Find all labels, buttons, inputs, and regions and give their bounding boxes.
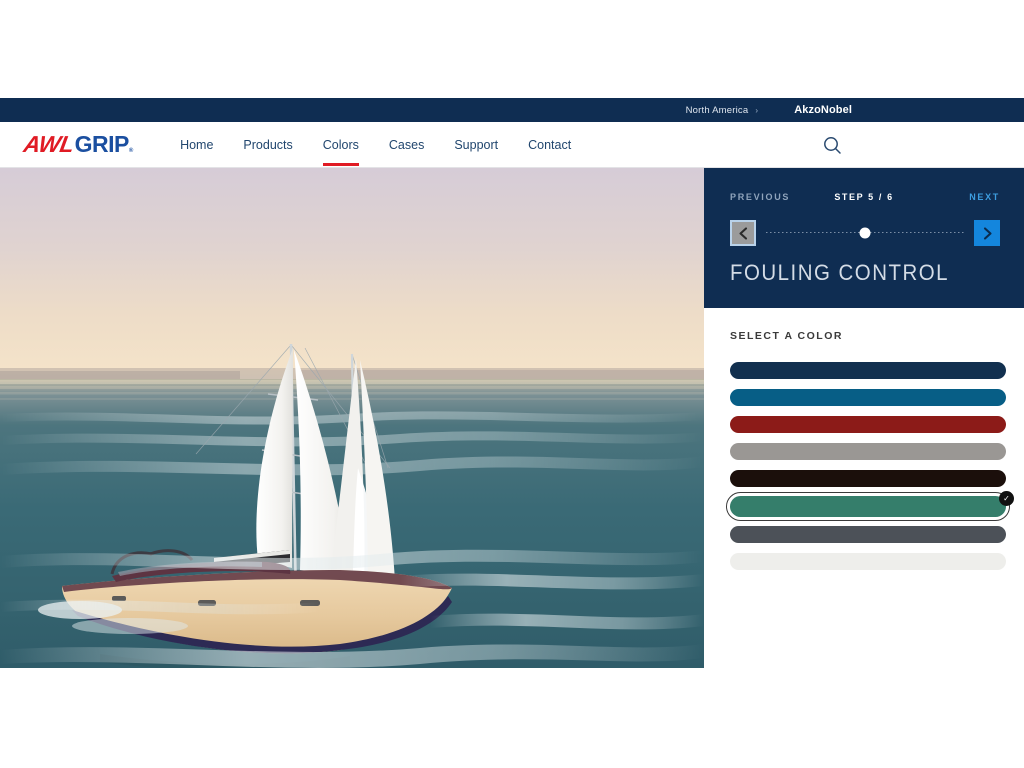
main-nav: Home Products Colors Cases Support Conta… xyxy=(165,122,586,168)
site-header: AWL GRIP ® Home Products Colors Cases Supp… xyxy=(0,122,1024,168)
boat-preview-image xyxy=(0,168,704,668)
nav-item-support[interactable]: Support xyxy=(439,122,513,168)
search-icon xyxy=(823,136,841,154)
step-navigation-panel: PREVIOUS STEP 5 / 6 NEXT FOULING CONTROL xyxy=(704,168,1024,308)
swatch-row-gray[interactable] xyxy=(730,439,1008,464)
search-button[interactable] xyxy=(812,122,852,168)
swatch-dark-red[interactable] xyxy=(730,416,1006,433)
swatch-ocean-blue[interactable] xyxy=(730,389,1006,406)
color-swatch-list: ✓ xyxy=(726,358,1014,576)
swatch-gray[interactable] xyxy=(730,443,1006,460)
step-progress-slider[interactable] xyxy=(766,220,964,246)
nav-item-home[interactable]: Home xyxy=(165,122,228,168)
step-progress-handle[interactable] xyxy=(859,227,871,239)
swatch-row-teal-green[interactable]: ✓ xyxy=(726,491,1014,521)
swatch-row-near-black[interactable] xyxy=(730,466,1008,491)
nav-item-cases[interactable]: Cases xyxy=(374,122,439,168)
selected-check-icon: ✓ xyxy=(999,491,1014,506)
logo-grip: GRIP xyxy=(74,131,130,157)
step-labels: PREVIOUS STEP 5 / 6 NEXT xyxy=(704,190,1024,204)
swatch-near-black[interactable] xyxy=(730,470,1006,487)
swatch-row-navy[interactable] xyxy=(730,358,1008,383)
swatch-row-dark-red[interactable] xyxy=(730,412,1008,437)
swatch-row-off-white[interactable] xyxy=(730,549,1008,574)
logo-awl: AWL xyxy=(21,131,76,157)
logo-registered-mark: ® xyxy=(128,148,134,154)
region-selector[interactable]: North America › xyxy=(686,105,759,116)
utility-bar: North America › AkzoNobel xyxy=(0,98,1024,122)
sailboat-scene xyxy=(0,168,704,668)
nav-item-contact[interactable]: Contact xyxy=(513,122,586,168)
swatch-navy[interactable] xyxy=(730,362,1006,379)
step-title: FOULING CONTROL xyxy=(730,260,949,285)
color-picker-panel: SELECT A COLOR ✓ xyxy=(704,308,1024,668)
awlgrip-logo[interactable]: AWL GRIP ® xyxy=(21,131,134,158)
region-label: North America xyxy=(685,104,749,116)
next-step-button[interactable] xyxy=(974,220,1000,246)
swatch-off-white[interactable] xyxy=(730,553,1006,570)
step-track xyxy=(730,220,1000,246)
swatch-teal-green[interactable] xyxy=(726,492,1010,521)
select-a-color-label: SELECT A COLOR xyxy=(730,330,843,342)
chevron-right-icon xyxy=(983,226,992,240)
previous-step-button[interactable] xyxy=(730,220,756,246)
swatch-slate-gray[interactable] xyxy=(730,526,1006,543)
nav-item-products[interactable]: Products xyxy=(228,122,307,168)
page-root: North America › AkzoNobel AWL GRIP ® Home … xyxy=(0,0,1024,768)
chevron-right-icon: › xyxy=(755,105,759,115)
akzonobel-link[interactable]: AkzoNobel xyxy=(794,104,852,116)
swatch-row-slate-gray[interactable] xyxy=(730,522,1008,547)
next-label[interactable]: NEXT xyxy=(969,192,1000,202)
swatch-row-ocean-blue[interactable] xyxy=(730,385,1008,410)
nav-item-colors[interactable]: Colors xyxy=(308,122,374,168)
chevron-left-icon xyxy=(738,226,747,240)
